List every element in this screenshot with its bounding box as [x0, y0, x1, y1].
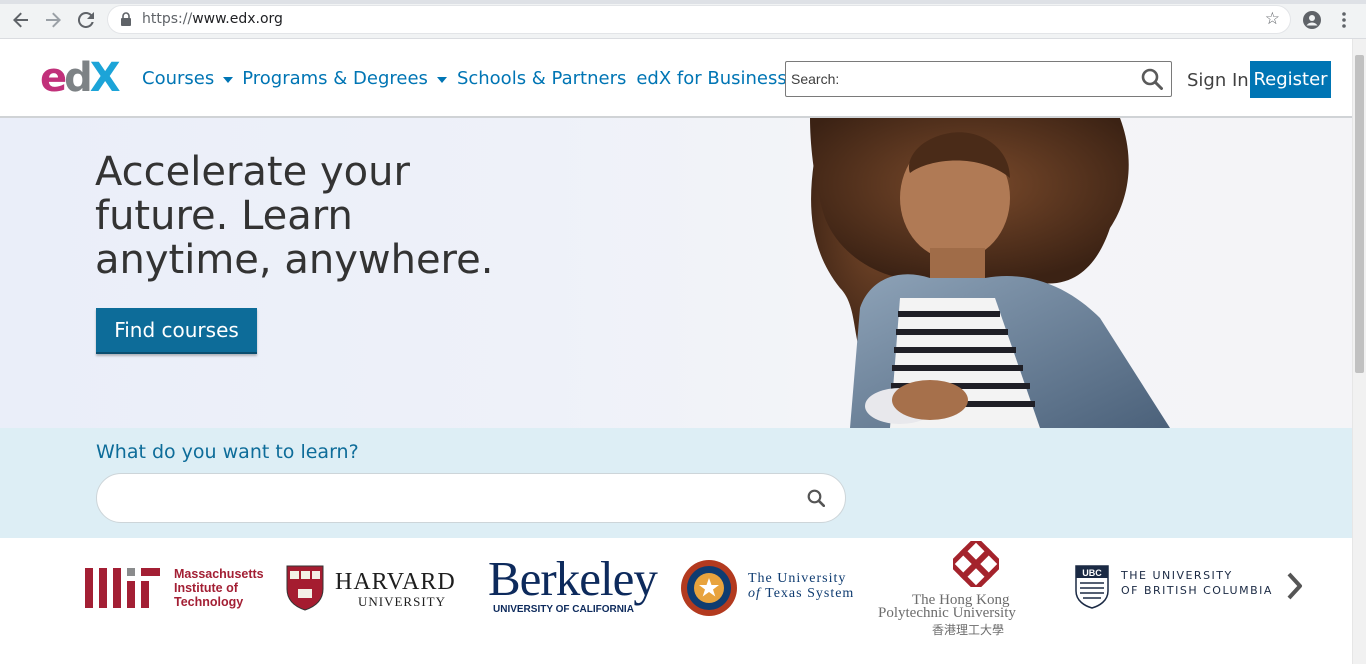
tab-strip — [0, 0, 1366, 4]
course-search-input[interactable] — [117, 486, 797, 512]
nav-schools-partners[interactable]: Schools & Partners — [457, 68, 626, 89]
mit-logo — [85, 568, 160, 608]
nav-courses[interactable]: Courses — [142, 68, 234, 89]
bookmark-star-icon[interactable]: ☆ — [1265, 9, 1280, 29]
learn-search-band: What do you want to learn? — [0, 428, 1352, 538]
main-nav: Courses Programs & Degrees Schools & Par… — [142, 68, 797, 89]
harvard-wordmark: HARVARD — [335, 569, 456, 595]
partner-texas[interactable]: The University of Texas System — [680, 559, 875, 619]
hero-banner: Accelerate your future. Learn anytime, a… — [0, 118, 1352, 428]
back-icon[interactable] — [9, 8, 33, 32]
texas-line1: The University — [748, 571, 847, 586]
harvard-sub: UNIVERSITY — [358, 594, 446, 609]
ubc-line2: OF BRITISH COLUMBIA — [1121, 584, 1273, 597]
header-search[interactable] — [785, 61, 1172, 97]
address-bar[interactable]: https://www.edx.org ☆ — [108, 6, 1290, 33]
page: edX Courses Programs & Degrees Schools &… — [0, 39, 1352, 664]
sign-in-link[interactable]: Sign In — [1187, 70, 1249, 91]
scrollbar-thumb[interactable] — [1355, 55, 1364, 373]
caret-down-icon — [223, 76, 234, 83]
polyu-emblem-icon — [953, 541, 999, 587]
ubc-line1: THE UNIVERSITY — [1121, 569, 1233, 582]
reload-icon[interactable] — [74, 8, 98, 32]
course-search[interactable] — [96, 473, 846, 523]
nav-edx-for-business[interactable]: edX for Business — [636, 68, 786, 89]
menu-kebab-icon[interactable] — [1332, 8, 1356, 32]
partner-harvard[interactable]: HARVARD UNIVERSITY — [286, 565, 471, 613]
mit-wordmark: Massachusetts Institute of Technology — [174, 567, 264, 609]
lock-icon — [121, 12, 131, 26]
berkeley-wordmark: Berkeley — [488, 551, 658, 606]
harvard-shield-icon — [286, 565, 324, 611]
partner-berkeley[interactable]: Berkeley UNIVERSITY OF CALIFORNIA — [488, 554, 668, 618]
search-icon[interactable] — [807, 489, 825, 507]
carousel-next-icon[interactable] — [1284, 571, 1306, 601]
caret-down-icon — [436, 76, 447, 83]
find-courses-button[interactable]: Find courses — [96, 308, 257, 354]
ubc-crest-icon: UBC — [1075, 565, 1109, 609]
browser-toolbar: https://www.edx.org ☆ — [0, 0, 1366, 39]
hero-photo-woman — [810, 118, 1170, 428]
search-icon[interactable] — [1141, 68, 1163, 90]
berkeley-sub: UNIVERSITY OF CALIFORNIA — [493, 604, 634, 615]
polyu-line3: 香港理工大學 — [932, 623, 1005, 637]
forward-icon[interactable] — [41, 8, 65, 32]
page-scrollbar[interactable] — [1352, 39, 1366, 664]
account-icon[interactable] — [1300, 8, 1324, 32]
partner-logos: Massachusetts Institute of Technology HA… — [0, 538, 1352, 664]
register-button[interactable]: Register — [1250, 61, 1331, 98]
partner-ubc[interactable]: UBC THE UNIVERSITY OF BRITISH COLUMBIA — [1075, 565, 1280, 613]
polyu-line2: Polytechnic University — [878, 605, 1016, 621]
header-search-input[interactable] — [791, 67, 1131, 91]
edx-logo[interactable]: edX — [40, 58, 121, 98]
url-text[interactable]: https://www.edx.org — [142, 11, 283, 27]
partner-hong-kong-polyu[interactable]: The Hong Kong Polytechnic University 香港理… — [876, 541, 1076, 641]
svg-text:UBC: UBC — [1082, 568, 1102, 578]
learn-search-label: What do you want to learn? — [96, 441, 359, 463]
nav-programs-degrees[interactable]: Programs & Degrees — [242, 68, 447, 89]
texas-line2: of Texas System — [748, 586, 855, 601]
site-header: edX Courses Programs & Degrees Schools &… — [0, 39, 1352, 118]
texas-seal-icon — [681, 560, 737, 616]
partner-mit[interactable]: Massachusetts Institute of Technology — [85, 566, 270, 611]
hero-title: Accelerate your future. Learn anytime, a… — [95, 149, 494, 283]
